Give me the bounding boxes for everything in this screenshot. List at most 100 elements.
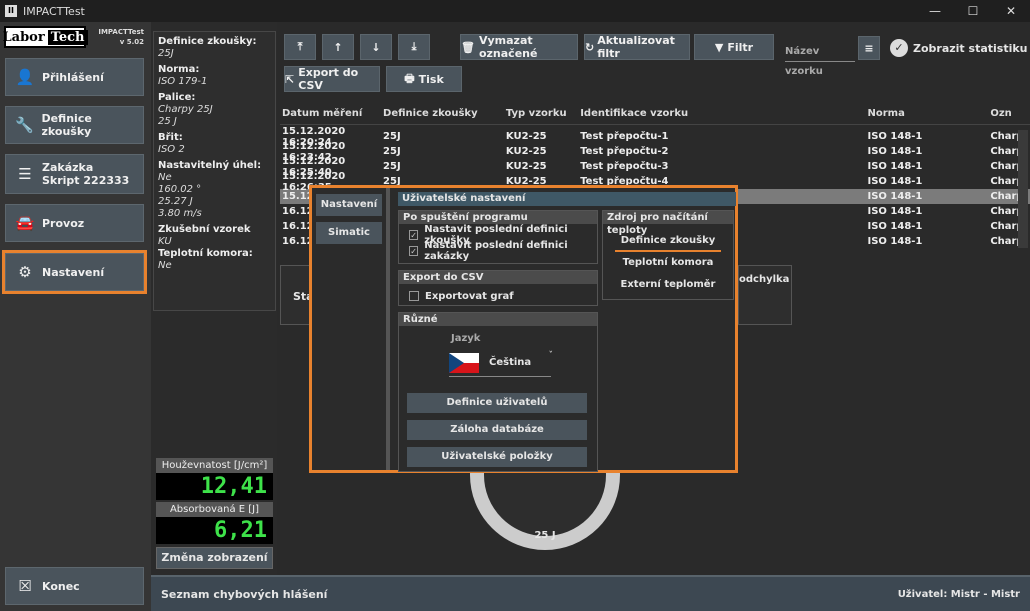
chevron-down-icon: ˇ bbox=[548, 351, 554, 361]
col-datum[interactable]: Datum měření bbox=[280, 108, 383, 119]
cell: ISO 148-1 bbox=[867, 206, 923, 217]
tisk-button[interactable]: 🖶 Tisk bbox=[386, 66, 462, 92]
odchylka-label: odchylka bbox=[739, 274, 790, 285]
info-norma-label: Norma: bbox=[158, 64, 200, 75]
test-info-panel: Definice zkoušky: 25J Norma: ISO 179-1 P… bbox=[153, 31, 276, 311]
cell: ISO 148-1 bbox=[867, 191, 923, 202]
dialog-content: Uživatelské nastavení Po spuštění progra… bbox=[398, 192, 736, 472]
nav-zakazka-line2: Skript 222333 bbox=[42, 174, 130, 187]
cell: Test přepočtu-1 bbox=[580, 131, 669, 142]
cell: ISO 148-1 bbox=[867, 176, 923, 187]
table-row[interactable]: 15.12.2020 16:23:42 25J KU2-25 Test přepočt… bbox=[280, 141, 1030, 163]
nav-zakazka-button[interactable]: ☰ Zakázka Skript 222333 bbox=[5, 154, 144, 194]
cell: ISO 148-1 bbox=[867, 161, 923, 172]
move-down-button[interactable]: ↓ bbox=[360, 34, 392, 60]
info-palice-label: Palice: bbox=[158, 92, 196, 103]
houzevnatost-display: Houževnatost [J/cm²] 12,41 bbox=[156, 458, 273, 500]
cell: ISO 148-1 bbox=[867, 131, 923, 142]
export-label: Export do CSV bbox=[298, 66, 359, 92]
info-definice-value: 25J bbox=[158, 48, 174, 59]
move-bottom-button[interactable]: ⤓ bbox=[398, 34, 430, 60]
cell: ISO 148-1 bbox=[867, 236, 923, 247]
dialog-tabs: Nastavení Simatic bbox=[312, 188, 390, 470]
info-komora-label: Teplotní komora: bbox=[158, 248, 253, 259]
aktualizovat-filtr-button[interactable]: ↻ Aktualizovat filtr bbox=[584, 34, 690, 60]
sort-button[interactable]: ≡ bbox=[858, 36, 880, 60]
info-uhel-value2: 160.02 ° bbox=[158, 184, 202, 195]
export-csv-button[interactable]: ⇱ Export do CSV bbox=[284, 66, 380, 92]
info-uhel-value1: Ne bbox=[158, 172, 172, 183]
close-button[interactable]: ✕ bbox=[992, 0, 1030, 22]
info-vzorek-label: Zkušební vzorek bbox=[158, 224, 251, 235]
startup-group-title: Po spuštění programu bbox=[399, 211, 597, 224]
col-definice[interactable]: Definice zkoušky bbox=[383, 108, 506, 119]
move-up-button[interactable]: ↑ bbox=[322, 34, 354, 60]
col-norma[interactable]: Norma bbox=[868, 108, 991, 119]
zaloha-databaze-button[interactable]: Záloha databáze bbox=[407, 420, 587, 440]
logo-labor: Labor bbox=[2, 29, 45, 45]
chk-last-order-def[interactable]: ✓ Nastavit poslední definici zakázky bbox=[399, 240, 597, 262]
maximize-button[interactable]: ☐ bbox=[954, 0, 992, 22]
statistika-toggle[interactable]: ✓ Zobrazit statistiku bbox=[890, 36, 1028, 60]
printer-icon: 🖶 bbox=[404, 71, 415, 85]
info-brit-label: Břit: bbox=[158, 132, 183, 143]
nav-nastaveni-button[interactable]: ⚙ Nastavení bbox=[2, 250, 147, 294]
title-bar: II IMPACTTest — ☐ ✕ bbox=[0, 0, 1030, 22]
vymazat-label: Vymazat označené bbox=[478, 34, 538, 60]
checkbox-checked-icon: ✓ bbox=[409, 246, 419, 256]
tisk-label: Tisk bbox=[418, 72, 444, 86]
error-list-link[interactable]: Seznam chybových hlášení bbox=[161, 588, 327, 601]
opt-definice-zkousky[interactable]: Definice zkoušky bbox=[615, 230, 721, 252]
ruzne-group: Různé Jazyk Čeština ˇ Definice uživatelů… bbox=[398, 312, 598, 472]
nav-nastaveni-label: Nastavení bbox=[42, 265, 105, 279]
vymazat-button[interactable]: 🗑 Vymazat označené bbox=[460, 34, 578, 60]
tab-simatic[interactable]: Simatic bbox=[316, 222, 382, 244]
nav-provoz-button[interactable]: 🚘 Provoz bbox=[5, 204, 144, 242]
sidebar: Labor Tech IMPACTTest v 5.02 👤 Přihlášení 🔧… bbox=[0, 22, 151, 611]
user-status: Uživatel: Mistr - Mistr bbox=[897, 588, 1020, 600]
opt-externi-teplomer[interactable]: Externí teploměr bbox=[603, 274, 733, 296]
gear-icon: ⚙ bbox=[18, 263, 32, 281]
col-oznaceni[interactable]: Ozn bbox=[990, 108, 1030, 119]
language-select[interactable]: Čeština ˇ bbox=[449, 349, 554, 377]
tab-nastaveni[interactable]: Nastavení bbox=[316, 194, 382, 216]
table-row[interactable]: 15.12.2020 16:25:40 25J KU2-25 Test přepočt… bbox=[280, 156, 1030, 178]
refresh-icon: ↻ bbox=[585, 40, 595, 54]
opt-teplotni-komora[interactable]: Teplotní komora bbox=[603, 252, 733, 274]
zmena-zobrazeni-button[interactable]: Změna zobrazení bbox=[156, 547, 273, 569]
cell: 25J bbox=[383, 131, 401, 142]
nav-definice-label: Definice zkoušky bbox=[41, 112, 92, 138]
move-top-button[interactable]: ⤒ bbox=[284, 34, 316, 60]
language-value: Čeština bbox=[489, 357, 532, 368]
arrow-bottom-icon: ⤓ bbox=[411, 40, 417, 53]
check-circle-icon: ✓ bbox=[890, 39, 908, 57]
col-identifikace[interactable]: Identifikace vzorku bbox=[580, 108, 867, 119]
definice-uzivatelu-button[interactable]: Definice uživatelů bbox=[407, 393, 587, 413]
info-vzorek-value: KU bbox=[158, 236, 172, 247]
nav-provoz-label: Provoz bbox=[42, 216, 85, 230]
info-uhel-label: Nastavitelný úhel: bbox=[158, 160, 262, 171]
chk-export-graf[interactable]: Exportovat graf bbox=[399, 288, 597, 304]
absorbovana-label: Absorbovaná E [J] bbox=[156, 502, 273, 517]
houzevnatost-value: 12,41 bbox=[156, 473, 273, 500]
cell: KU2-25 bbox=[505, 161, 547, 172]
version-number: v 5.02 bbox=[119, 38, 144, 46]
info-uhel-value3: 25.27 J bbox=[158, 196, 193, 207]
filtr-button[interactable]: ▼ Filtr bbox=[694, 34, 774, 60]
nav-definice-button[interactable]: 🔧 Definice zkoušky bbox=[5, 106, 144, 144]
uzivatelske-polozky-button[interactable]: Uživatelské položky bbox=[407, 447, 587, 467]
export-icon: ⇱ bbox=[285, 72, 295, 86]
nav-konec-button[interactable]: ☒ Konec bbox=[5, 567, 144, 605]
info-palice-value2: 25 J bbox=[158, 116, 177, 127]
minimize-button[interactable]: — bbox=[916, 0, 954, 22]
table-scrollbar[interactable] bbox=[1018, 130, 1028, 248]
arrow-down-icon: ↓ bbox=[371, 40, 381, 54]
ruzne-group-title: Různé bbox=[399, 313, 597, 326]
nazev-vzorku-input[interactable]: Název vzorku bbox=[785, 42, 855, 77]
energy-gauge: 25 J bbox=[470, 470, 620, 550]
chk-last-order-def-label: Nastavit poslední definici zakázky bbox=[424, 240, 568, 262]
table-row[interactable]: 15.12.2020 16:20:24 25J KU2-25 Test přepočt… bbox=[280, 126, 1030, 148]
nav-login-button[interactable]: 👤 Přihlášení bbox=[5, 58, 144, 96]
col-typ[interactable]: Typ vzorku bbox=[506, 108, 580, 119]
export-group-title: Export do CSV bbox=[399, 271, 597, 284]
